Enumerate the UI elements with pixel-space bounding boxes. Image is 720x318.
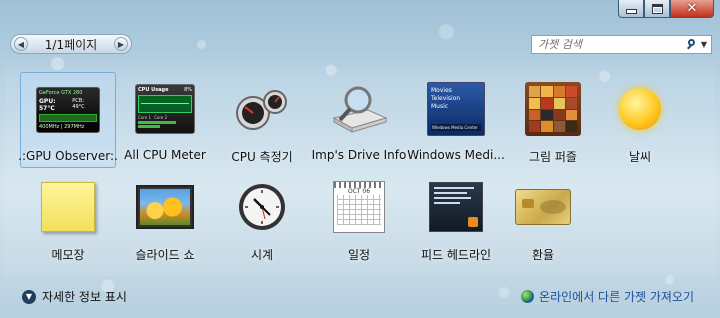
gadget-label: Windows Medi... bbox=[407, 148, 505, 162]
gadget-media-center[interactable]: Movies Television Music Windows Media Ce… bbox=[407, 72, 505, 168]
get-more-gadgets-link[interactable]: 온라인에서 다른 가젯 가져오기 bbox=[521, 288, 694, 305]
media-center-icon: Movies Television Music Windows Media Ce… bbox=[423, 78, 489, 140]
gadget-currency[interactable]: 환율 bbox=[495, 170, 591, 266]
gpu-temp-text: GPU: 57°C bbox=[39, 98, 56, 112]
search-icon[interactable] bbox=[685, 38, 699, 52]
weather-sun-icon bbox=[607, 78, 673, 140]
media-brand-text: Windows Media Center bbox=[431, 124, 481, 131]
gadget-cpu-gauge[interactable]: CPU 측정기 bbox=[214, 72, 310, 168]
search-input[interactable] bbox=[532, 37, 685, 52]
gadget-label: CPU 측정기 bbox=[231, 150, 293, 164]
gadget-label: Imp's Drive Info bbox=[311, 148, 407, 162]
cpu-pct-text: 8% bbox=[184, 87, 192, 93]
gadget-feed-headlines[interactable]: 피드 헤드라인 bbox=[408, 170, 504, 266]
gadget-weather[interactable]: 날씨 bbox=[592, 72, 688, 168]
gadget-label: .:GPU Observer:. bbox=[18, 149, 118, 163]
prev-page-button[interactable]: ◀ bbox=[14, 37, 28, 51]
cpu-meter-icon: CPU Usage 8% Core 1 Core 2 bbox=[132, 78, 198, 140]
footer-bar: ▼ 자세한 정보 표시 온라인에서 다른 가젯 가져오기 bbox=[0, 280, 720, 318]
maximize-button[interactable] bbox=[644, 0, 670, 18]
gpu-observer-icon: GeForce GTX 280 GPU: 57°C PCB: 49°C 400M… bbox=[35, 79, 101, 141]
show-details-button[interactable]: ▼ 자세한 정보 표시 bbox=[22, 288, 127, 305]
page-navigator: ◀ 1/1페이지 ▶ bbox=[10, 34, 132, 54]
media-item-music: Music bbox=[431, 103, 449, 110]
gadget-label: 환율 bbox=[531, 248, 555, 262]
gadget-clock[interactable]: 시계 bbox=[214, 170, 310, 266]
currency-icon bbox=[510, 176, 576, 238]
media-item-television: Television bbox=[431, 95, 461, 102]
gpu-clock-text: 400MHz | 297MHz bbox=[39, 124, 85, 130]
gadget-label: 피드 헤드라인 bbox=[420, 248, 492, 262]
cpu-core-1-text: Core 1 bbox=[138, 115, 152, 120]
gadget-label: All CPU Meter bbox=[124, 148, 206, 162]
gadget-picture-puzzle[interactable]: 그림 퍼즐 bbox=[505, 72, 601, 168]
gpu-pcb-text: PCB: 49°C bbox=[72, 98, 85, 110]
picture-puzzle-icon bbox=[520, 78, 586, 140]
gadget-all-cpu-meter[interactable]: CPU Usage 8% Core 1 Core 2 All CPU Meter bbox=[117, 72, 213, 168]
clock-icon bbox=[229, 176, 295, 238]
sticky-note-icon bbox=[35, 176, 101, 238]
page-indicator: 1/1페이지 bbox=[44, 37, 98, 52]
gadget-label: 날씨 bbox=[628, 150, 652, 164]
close-button[interactable]: ✕ bbox=[670, 0, 714, 18]
gadget-notes[interactable]: 메모장 bbox=[20, 170, 116, 266]
slideshow-icon bbox=[132, 176, 198, 238]
window-controls: ✕ bbox=[618, 0, 714, 18]
cpu-core-2-text: Core 2 bbox=[154, 115, 168, 120]
get-more-gadgets-label: 온라인에서 다른 가젯 가져오기 bbox=[539, 290, 694, 304]
next-page-button[interactable]: ▶ bbox=[114, 37, 128, 51]
gadget-drive-info[interactable]: Imp's Drive Info bbox=[311, 72, 407, 168]
minimize-icon bbox=[625, 9, 637, 14]
chevron-down-icon: ▼ bbox=[22, 289, 36, 304]
globe-icon bbox=[521, 290, 535, 303]
search-box: ▼ bbox=[531, 35, 712, 54]
maximize-icon bbox=[651, 3, 663, 14]
calendar-month-text: OCT 06 bbox=[347, 188, 371, 195]
cpu-title-text: CPU Usage bbox=[138, 87, 169, 93]
search-dropdown-icon[interactable]: ▼ bbox=[701, 40, 707, 49]
gpu-title-text: GeForce GTX 280 bbox=[39, 90, 83, 96]
calendar-icon: OCT 06 bbox=[326, 176, 392, 238]
gadget-gallery-window: ✕ ◀ 1/1페이지 ▶ ▼ GeForce GTX 280 GPU: 57°C… bbox=[0, 0, 720, 318]
gadget-label: 그림 퍼즐 bbox=[529, 150, 577, 164]
feed-headlines-icon bbox=[423, 176, 489, 238]
gadget-label: 메모장 bbox=[51, 248, 85, 262]
close-icon: ✕ bbox=[686, 1, 698, 16]
gadget-label: 시계 bbox=[250, 248, 274, 262]
cpu-gauge-icon bbox=[229, 78, 295, 140]
gadget-slideshow[interactable]: 슬라이드 쇼 bbox=[117, 170, 213, 266]
show-details-label: 자세한 정보 표시 bbox=[42, 290, 127, 304]
drive-info-icon bbox=[326, 78, 392, 140]
gadget-gpu-observer[interactable]: GeForce GTX 280 GPU: 57°C PCB: 49°C 400M… bbox=[18, 72, 118, 168]
gadget-label: 일정 bbox=[347, 248, 371, 262]
minimize-button[interactable] bbox=[618, 0, 644, 18]
gadget-grid: GeForce GTX 280 GPU: 57°C PCB: 49°C 400M… bbox=[5, 66, 715, 276]
gadget-calendar[interactable]: OCT 06 일정 bbox=[311, 170, 407, 266]
media-item-movies: Movies bbox=[431, 87, 452, 94]
gadget-label: 슬라이드 쇼 bbox=[135, 248, 195, 262]
